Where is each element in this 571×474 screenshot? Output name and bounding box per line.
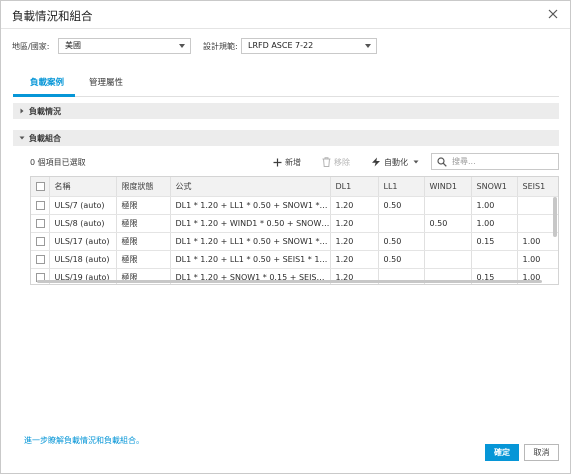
design-code-label: 設計規範: <box>203 42 238 51</box>
horizontal-scrollbar[interactable] <box>37 280 542 283</box>
load-cases-dialog: 負載情況和組合 地區/國家: 美國 設計規範: LRFD ASCE 7-22 負… <box>0 0 571 474</box>
remove-label: 移除 <box>334 157 350 167</box>
table-cell: 0.50 <box>378 232 425 251</box>
table-cell: 極限 <box>116 232 171 251</box>
table-row[interactable]: ULS/7 (auto) 極限 DL1 * 1.20 + LL1 * 0.50 … <box>31 196 558 215</box>
column-header[interactable]: LL1 <box>378 177 425 197</box>
table-cell: DL1 * 1.20 + LL1 * 0.50 + SNOW1 * 1.00 <box>170 196 331 215</box>
column-header[interactable]: 名稱 <box>49 177 117 197</box>
section-load-combinations[interactable]: 負載組合 <box>13 130 559 146</box>
automate-button[interactable]: 自動化 <box>371 156 420 168</box>
row-checkbox[interactable] <box>36 200 45 210</box>
table-cell <box>378 214 425 233</box>
select-all-checkbox[interactable] <box>36 181 45 191</box>
add-button[interactable]: 新增 <box>273 156 301 168</box>
vertical-scrollbar[interactable] <box>553 197 557 237</box>
ok-button[interactable]: 確定 <box>485 444 519 461</box>
table-row[interactable]: ULS/18 (auto) 極限 DL1 * 1.20 + LL1 * 0.50… <box>31 250 558 269</box>
tab-load-cases[interactable]: 負載案例 <box>30 76 64 88</box>
selected-count: 0 個項目已選取 <box>30 158 86 167</box>
title-bar: 負載情況和組合 <box>1 1 570 29</box>
table-cell: DL1 * 1.20 + WIND1 * 0.50 + SNOW1 * 1.00 <box>170 214 331 233</box>
table-header-row: 名稱 限度狀態 公式 DL1 LL1 WIND1 SNOW1 SEIS1 <box>31 177 558 197</box>
row-checkbox[interactable] <box>36 254 45 264</box>
table-row[interactable]: ULS/8 (auto) 極限 DL1 * 1.20 + WIND1 * 0.5… <box>31 214 558 233</box>
table-cell: 1.00 <box>471 214 518 233</box>
section-load-cases[interactable]: 負載情況 <box>13 103 559 119</box>
column-header[interactable]: 限度狀態 <box>116 177 171 197</box>
row-checkbox[interactable] <box>36 236 45 246</box>
row-checkbox-cell <box>31 214 50 233</box>
plus-icon <box>273 158 282 166</box>
cancel-button[interactable]: 取消 <box>524 444 559 461</box>
column-header[interactable]: DL1 <box>330 177 379 197</box>
row-checkbox-cell <box>31 196 50 215</box>
triangle-down-icon <box>19 136 25 140</box>
caret-down-icon <box>413 160 419 164</box>
search-input[interactable] <box>452 155 552 168</box>
load-combinations-grid: 名稱 限度狀態 公式 DL1 LL1 WIND1 SNOW1 SEIS1 ULS… <box>30 176 559 285</box>
table-row[interactable]: ULS/17 (auto) 極限 DL1 * 1.20 + LL1 * 0.50… <box>31 232 558 251</box>
table-cell: 1.20 <box>330 214 379 233</box>
table-cell: DL1 * 1.20 + LL1 * 0.50 + SEIS1 * 1.00 <box>170 250 331 269</box>
caret-down-icon <box>365 44 371 48</box>
remove-button[interactable]: 移除 <box>322 156 350 168</box>
column-header[interactable]: WIND1 <box>424 177 472 197</box>
column-header[interactable]: SNOW1 <box>471 177 518 197</box>
table-cell: 1.00 <box>517 250 558 269</box>
select-all-cell <box>31 177 50 197</box>
table-cell: 0.50 <box>424 214 472 233</box>
table-cell: 0.15 <box>471 232 518 251</box>
load-combinations-table: 名稱 限度狀態 公式 DL1 LL1 WIND1 SNOW1 SEIS1 ULS… <box>31 177 558 284</box>
design-code-value: LRFD ASCE 7-22 <box>248 41 314 50</box>
table-cell: ULS/18 (auto) <box>49 250 117 269</box>
region-value: 美國 <box>65 41 81 50</box>
close-icon[interactable] <box>546 7 560 21</box>
column-header[interactable]: 公式 <box>170 177 331 197</box>
section-load-cases-label: 負載情況 <box>29 107 61 116</box>
table-cell <box>424 196 472 215</box>
table-cell: 0.50 <box>378 196 425 215</box>
lightning-icon <box>372 157 380 167</box>
active-tab-indicator <box>13 94 75 97</box>
learn-more-link[interactable]: 進一步瞭解負載情況和負載組合。 <box>24 435 144 446</box>
table-cell: 極限 <box>116 196 171 215</box>
row-checkbox-cell <box>31 232 50 251</box>
row-checkbox[interactable] <box>36 218 45 228</box>
table-cell: 1.20 <box>330 232 379 251</box>
tab-manage-properties[interactable]: 管理屬性 <box>89 76 123 88</box>
design-code-select[interactable]: LRFD ASCE 7-22 <box>241 38 377 54</box>
region-label: 地區/國家: <box>12 42 50 51</box>
section-load-combinations-label: 負載組合 <box>29 134 61 143</box>
trash-icon <box>322 157 331 167</box>
region-select[interactable]: 美國 <box>58 38 191 54</box>
row-checkbox-cell <box>31 250 50 269</box>
caret-down-icon <box>179 44 185 48</box>
automate-label: 自動化 <box>384 157 408 167</box>
dialog-title: 負載情況和組合 <box>12 9 93 23</box>
column-header[interactable]: SEIS1 <box>517 177 558 197</box>
table-cell <box>471 250 518 269</box>
table-cell <box>424 250 472 269</box>
search-box[interactable] <box>431 153 559 170</box>
search-icon <box>437 157 447 167</box>
table-cell: DL1 * 1.20 + LL1 * 0.50 + SNOW1 * 0.15 +… <box>170 232 331 251</box>
table-cell: ULS/17 (auto) <box>49 232 117 251</box>
table-cell: 0.50 <box>378 250 425 269</box>
triangle-right-icon <box>20 108 24 114</box>
table-cell: 1.20 <box>330 250 379 269</box>
table-cell: 極限 <box>116 214 171 233</box>
table-cell: ULS/7 (auto) <box>49 196 117 215</box>
table-cell <box>424 232 472 251</box>
table-cell: ULS/8 (auto) <box>49 214 117 233</box>
tab-bar: 負載案例 管理屬性 <box>13 71 559 97</box>
table-cell: 1.20 <box>330 196 379 215</box>
table-cell: 1.00 <box>471 196 518 215</box>
add-label: 新增 <box>285 157 301 167</box>
table-cell: 極限 <box>116 250 171 269</box>
